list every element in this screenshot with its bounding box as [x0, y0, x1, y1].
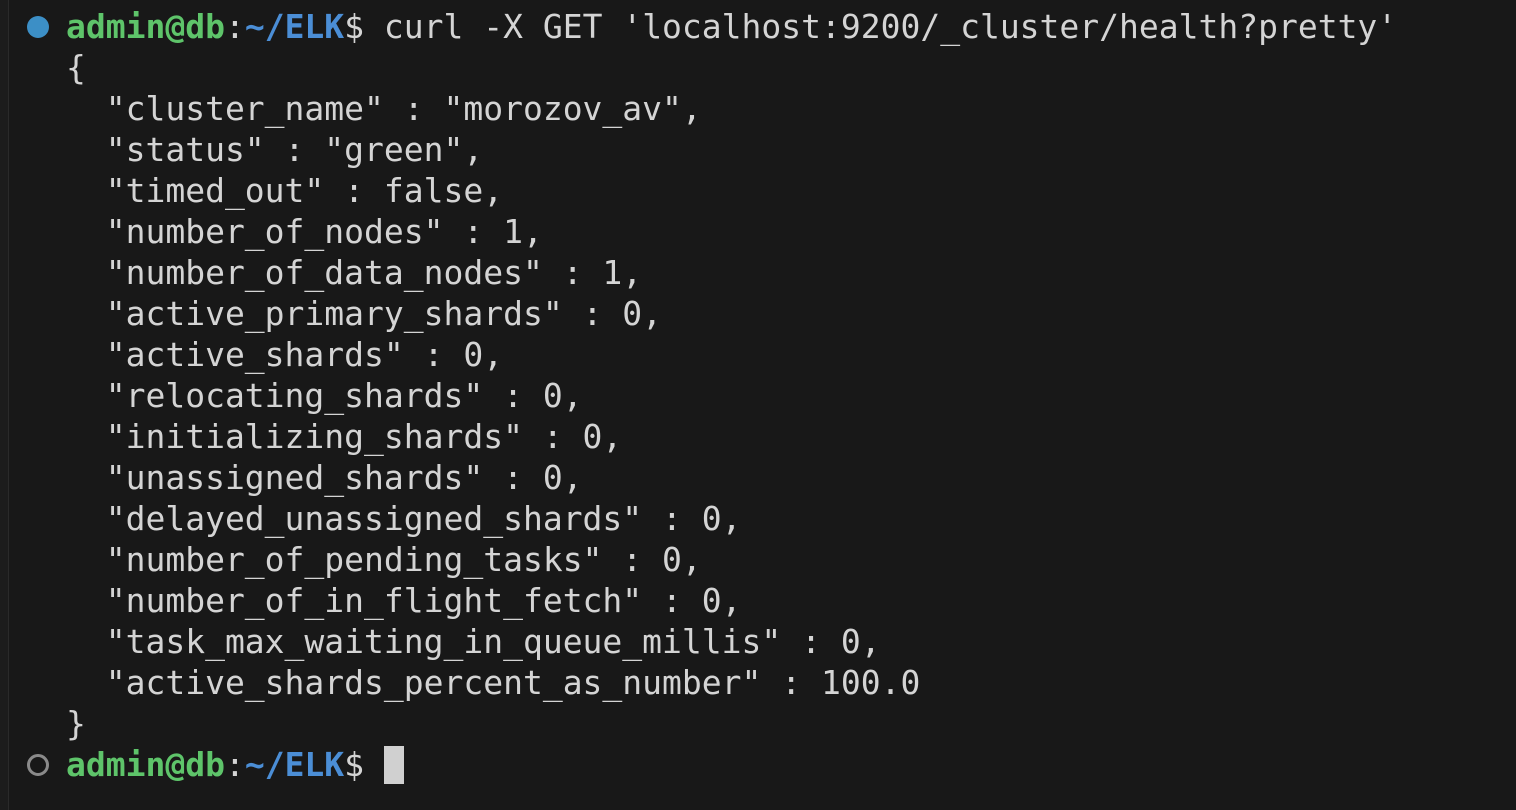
json-line: "unassigned_shards" : 0, — [66, 458, 583, 497]
json-line: "number_of_data_nodes" : 1, — [66, 253, 643, 292]
json-line: "number_of_pending_tasks" : 0, — [66, 540, 702, 579]
prompt-path: ~/ELK — [244, 7, 345, 46]
command-input[interactable] — [364, 745, 384, 784]
json-close-brace: } — [66, 704, 86, 743]
prompt-separator: : — [224, 745, 245, 784]
prompt-separator: : — [224, 7, 245, 46]
json-line: "status" : "green", — [66, 130, 484, 169]
terminal-window[interactable]: admin@db:~/ELK$ curl -X GET 'localhost:9… — [0, 0, 1516, 810]
json-line: "number_of_in_flight_fetch" : 0, — [66, 581, 742, 620]
prompt-symbol: $ — [344, 745, 365, 784]
json-line: "active_primary_shards" : 0, — [66, 294, 663, 333]
json-line: "delayed_unassigned_shards" : 0, — [66, 499, 742, 538]
json-line: "cluster_name" : "morozov_av", — [66, 89, 702, 128]
command-text: curl -X GET 'localhost:9200/_cluster/hea… — [364, 7, 1398, 46]
prompt-user-host: admin@db — [66, 745, 225, 784]
command-success-dot-icon[interactable] — [27, 16, 49, 38]
prompt-symbol: $ — [344, 7, 365, 46]
json-line: "relocating_shards" : 0, — [66, 376, 583, 415]
json-line: "active_shards_percent_as_number" : 100.… — [66, 663, 921, 702]
json-open-brace: { — [66, 48, 86, 87]
terminal-gutter — [0, 0, 9, 810]
json-line: "task_max_waiting_in_queue_millis" : 0, — [66, 622, 881, 661]
prompt-line-1: admin@db:~/ELK$ curl -X GET 'localhost:9… — [66, 6, 1397, 47]
block-cursor — [383, 745, 404, 784]
json-line: "initializing_shards" : 0, — [66, 417, 623, 456]
prompt-line-2[interactable]: admin@db:~/ELK$ — [66, 744, 404, 785]
json-line: "number_of_nodes" : 1, — [66, 212, 543, 251]
json-line: "active_shards" : 0, — [66, 335, 504, 374]
prompt-path: ~/ELK — [244, 745, 345, 784]
json-line: "timed_out" : false, — [66, 171, 504, 210]
command-pending-circle-icon[interactable] — [27, 754, 49, 776]
prompt-user-host: admin@db — [66, 7, 225, 46]
